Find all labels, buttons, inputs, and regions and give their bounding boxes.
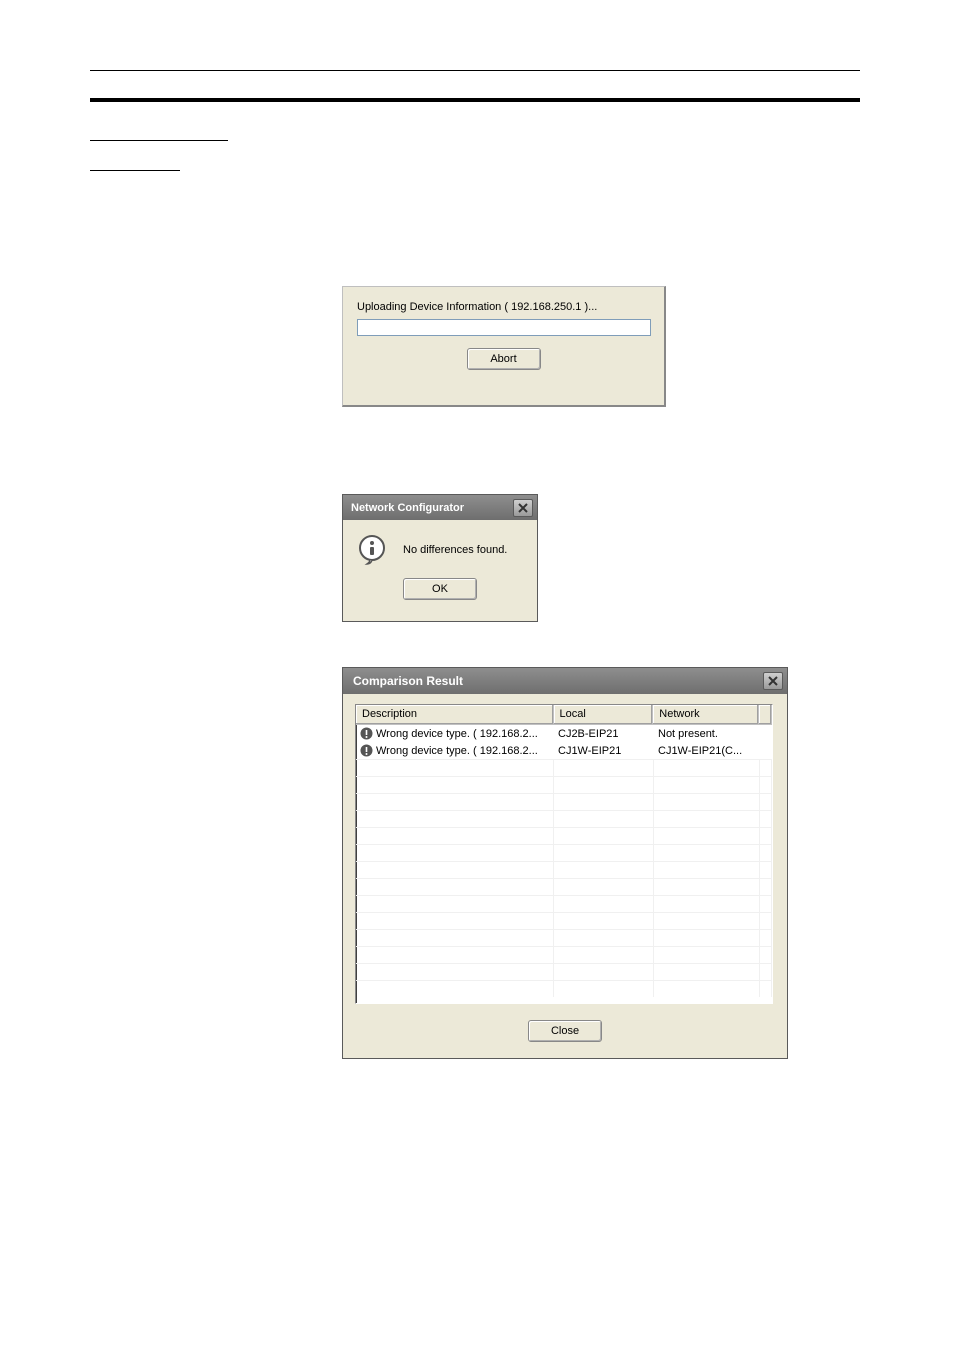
progress-bar	[357, 319, 651, 336]
close-button[interactable]: Close	[528, 1020, 602, 1042]
titlebar: Network Configurator	[343, 495, 537, 520]
close-button[interactable]	[763, 672, 783, 690]
cell-network: CJ1W-EIP21(C...	[654, 745, 760, 757]
horizontal-rule	[90, 140, 228, 141]
list-header: Description Local Network	[356, 705, 772, 725]
horizontal-rule	[90, 70, 860, 71]
table-row	[356, 861, 772, 878]
info-icon	[357, 534, 389, 566]
table-row	[356, 810, 772, 827]
table-row	[356, 929, 772, 946]
close-button[interactable]	[513, 499, 533, 517]
column-header-description[interactable]: Description	[356, 705, 554, 724]
table-row[interactable]: Wrong device type. ( 192.168.2...CJ2B-EI…	[356, 725, 772, 742]
cell-description: Wrong device type. ( 192.168.2...	[356, 744, 554, 757]
horizontal-rule	[90, 170, 180, 171]
column-header-spacer	[759, 705, 772, 724]
table-row	[356, 878, 772, 895]
table-row	[356, 946, 772, 963]
table-row	[356, 793, 772, 810]
table-row	[356, 827, 772, 844]
upload-status-text: Uploading Device Information ( 192.168.2…	[357, 301, 650, 313]
horizontal-rule-thick	[90, 98, 860, 102]
comparison-result-dialog: Comparison Result Description Local Netw…	[342, 667, 788, 1059]
close-icon	[768, 676, 778, 686]
message-box-dialog: Network Configurator No differences foun…	[342, 494, 538, 622]
comparison-listview[interactable]: Description Local Network Wrong device t…	[355, 704, 773, 1004]
table-row	[356, 844, 772, 861]
warning-icon	[360, 744, 373, 757]
column-header-local[interactable]: Local	[554, 705, 654, 724]
dialog-title: Comparison Result	[353, 674, 463, 688]
titlebar: Comparison Result	[343, 668, 787, 694]
table-row	[356, 963, 772, 980]
table-row	[356, 912, 772, 929]
table-row[interactable]: Wrong device type. ( 192.168.2...CJ1W-EI…	[356, 742, 772, 759]
column-header-network[interactable]: Network	[653, 705, 759, 724]
message-text: No differences found.	[403, 544, 507, 556]
upload-progress-dialog: Uploading Device Information ( 192.168.2…	[342, 286, 666, 407]
warning-icon	[360, 727, 373, 740]
abort-button[interactable]: Abort	[467, 348, 541, 370]
table-row	[356, 980, 772, 997]
table-row	[356, 759, 772, 776]
cell-network: Not present.	[654, 728, 760, 740]
cell-local: CJ1W-EIP21	[554, 745, 654, 757]
table-row	[356, 776, 772, 793]
ok-button[interactable]: OK	[403, 578, 477, 600]
close-icon	[518, 503, 528, 513]
table-row	[356, 895, 772, 912]
dialog-title: Network Configurator	[351, 502, 464, 514]
cell-description: Wrong device type. ( 192.168.2...	[356, 727, 554, 740]
cell-local: CJ2B-EIP21	[554, 728, 654, 740]
